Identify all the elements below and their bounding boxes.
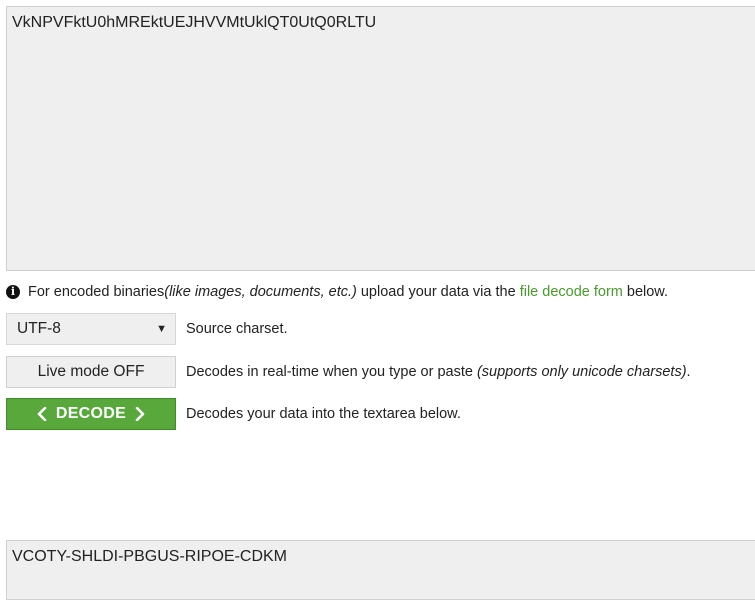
live-mode-description: Decodes in real-time when you type or pa…	[186, 364, 691, 380]
live-mode-description-italic: (supports only unicode charsets)	[476, 364, 687, 380]
live-mode-label: Live mode OFF	[37, 363, 145, 380]
live-mode-description-end: .	[686, 364, 691, 380]
chevron-left-icon	[37, 407, 47, 421]
charset-row: UTF-8 ▼ Source charset.	[6, 313, 288, 345]
charset-select[interactable]: UTF-8 ▼	[6, 313, 176, 345]
decode-row: DECODE Decodes your data into the textar…	[6, 398, 461, 430]
input-textarea[interactable]: VkNPVFktU0hMREktUEJHVVMtUklQT0UtQ0RLTU	[6, 6, 755, 271]
output-textarea[interactable]: VCOTY-SHLDI-PBGUS-RIPOE-CDKM	[6, 540, 755, 600]
decode-label: DECODE	[55, 405, 127, 422]
output-text: VCOTY-SHLDI-PBGUS-RIPOE-CDKM	[12, 548, 287, 565]
info-text-after: below.	[622, 284, 669, 300]
chevron-down-icon: ▼	[156, 323, 167, 335]
live-mode-button[interactable]: Live mode OFF	[6, 356, 176, 388]
info-icon: i	[6, 285, 20, 299]
live-mode-description-text: Decodes in real-time when you type or pa…	[186, 364, 477, 380]
decode-description: Decodes your data into the textarea belo…	[186, 406, 461, 422]
live-mode-row: Live mode OFF Decodes in real-time when …	[6, 356, 691, 388]
file-decode-form-link[interactable]: file decode form	[520, 284, 623, 300]
input-text: VkNPVFktU0hMREktUEJHVVMtUklQT0UtQ0RLTU	[12, 14, 377, 31]
info-text-before: For encoded binaries	[28, 284, 165, 300]
info-text-italic: (like images, documents, etc.)	[164, 284, 357, 300]
decode-button[interactable]: DECODE	[6, 398, 176, 430]
charset-description: Source charset.	[186, 321, 288, 337]
binary-info-note: i For encoded binaries (like images, doc…	[6, 283, 668, 301]
charset-selected-value: UTF-8	[17, 320, 61, 337]
chevron-right-icon	[135, 407, 145, 421]
info-text-middle: upload your data via the	[356, 284, 520, 300]
